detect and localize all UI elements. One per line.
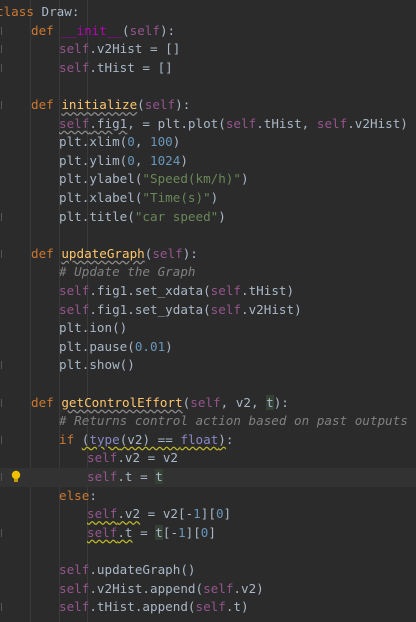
self-keyword: self — [129, 22, 160, 38]
fold-marker[interactable] — [1, 473, 5, 481]
code-line[interactable]: plt.xlim(0, 100) — [0, 133, 416, 152]
code-line-current[interactable]: self.t = t — [0, 468, 416, 487]
code-line[interactable]: class Draw: — [0, 3, 416, 22]
code-line[interactable]: # Update the Graph — [0, 263, 416, 282]
code-line[interactable]: def updateGraph(self): — [0, 245, 416, 264]
comment: # Update the Graph — [59, 264, 196, 280]
code-line[interactable]: self.v2 = v2[-1][0] — [0, 505, 416, 524]
fold-marker[interactable] — [1, 249, 5, 258]
code-line[interactable]: self.v2Hist.append(self.v2) — [0, 580, 416, 599]
code-line[interactable]: self.fig1.set_xdata(self.tHist) — [0, 282, 416, 301]
code-line[interactable]: # Returns control action based on past o… — [0, 412, 416, 431]
fold-marker[interactable] — [1, 528, 5, 537]
code-line[interactable]: self.tHist = [] — [0, 59, 416, 78]
fold-marker[interactable] — [1, 398, 5, 407]
comment: # Returns control action based on past o… — [59, 413, 408, 429]
code-line[interactable]: plt.ylim(0, 1024) — [0, 152, 416, 171]
code-line[interactable]: self.v2 = v2 — [0, 449, 416, 468]
function-name: updateGraph — [61, 245, 145, 261]
keyword: class — [0, 4, 34, 19]
code-line[interactable]: self.tHist.append(self.t) — [0, 598, 416, 617]
fold-marker[interactable] — [1, 212, 5, 221]
code-line[interactable]: plt.pause(0.01) — [0, 338, 416, 357]
code-line[interactable]: self.fig1.set_ydata(self.v2Hist) — [0, 301, 416, 320]
lightbulb-icon[interactable] — [11, 470, 21, 484]
code-line[interactable]: plt.show() — [0, 356, 416, 375]
code-line[interactable]: def __init__(self): — [0, 22, 416, 41]
function-name: initialize — [61, 97, 138, 112]
fold-marker[interactable] — [1, 63, 5, 72]
function-name: __init__ — [61, 22, 123, 38]
class-name: Draw: — [33, 4, 80, 19]
code-line[interactable]: plt.ylabel("Speed(km/h)") — [0, 170, 416, 189]
fold-marker[interactable] — [1, 361, 5, 370]
fold-marker[interactable] — [1, 101, 5, 109]
code-line[interactable]: self.v2Hist = [] — [0, 40, 416, 59]
code-line[interactable]: if (type(v2) == float): — [0, 431, 416, 450]
function-name: getControlEffort — [61, 394, 183, 410]
code-line[interactable]: self.updateGraph() — [0, 561, 416, 580]
code-line[interactable]: plt.title("car speed") — [0, 208, 416, 227]
code-line[interactable]: plt.xlabel("Time(s)") — [0, 189, 416, 208]
code-line[interactable]: self.t = t[-1][0] — [0, 524, 416, 543]
fold-marker[interactable] — [1, 45, 5, 54]
fold-marker[interactable] — [1, 26, 5, 35]
fold-marker[interactable] — [1, 603, 5, 612]
code-line[interactable]: self.fig1, = plt.plot(self.tHist, self.v… — [0, 115, 416, 134]
fold-marker[interactable] — [1, 435, 5, 444]
code-line[interactable]: def getControlEffort(self, v2, t): — [0, 394, 416, 413]
code-editor[interactable]: class Draw: def __init__(self): self.v2H… — [0, 0, 416, 622]
code-line[interactable]: def initialize(self): — [0, 96, 416, 115]
keyword: def — [31, 22, 54, 38]
code-line[interactable]: else: — [0, 487, 416, 506]
code-line[interactable]: plt.ion() — [0, 319, 416, 338]
